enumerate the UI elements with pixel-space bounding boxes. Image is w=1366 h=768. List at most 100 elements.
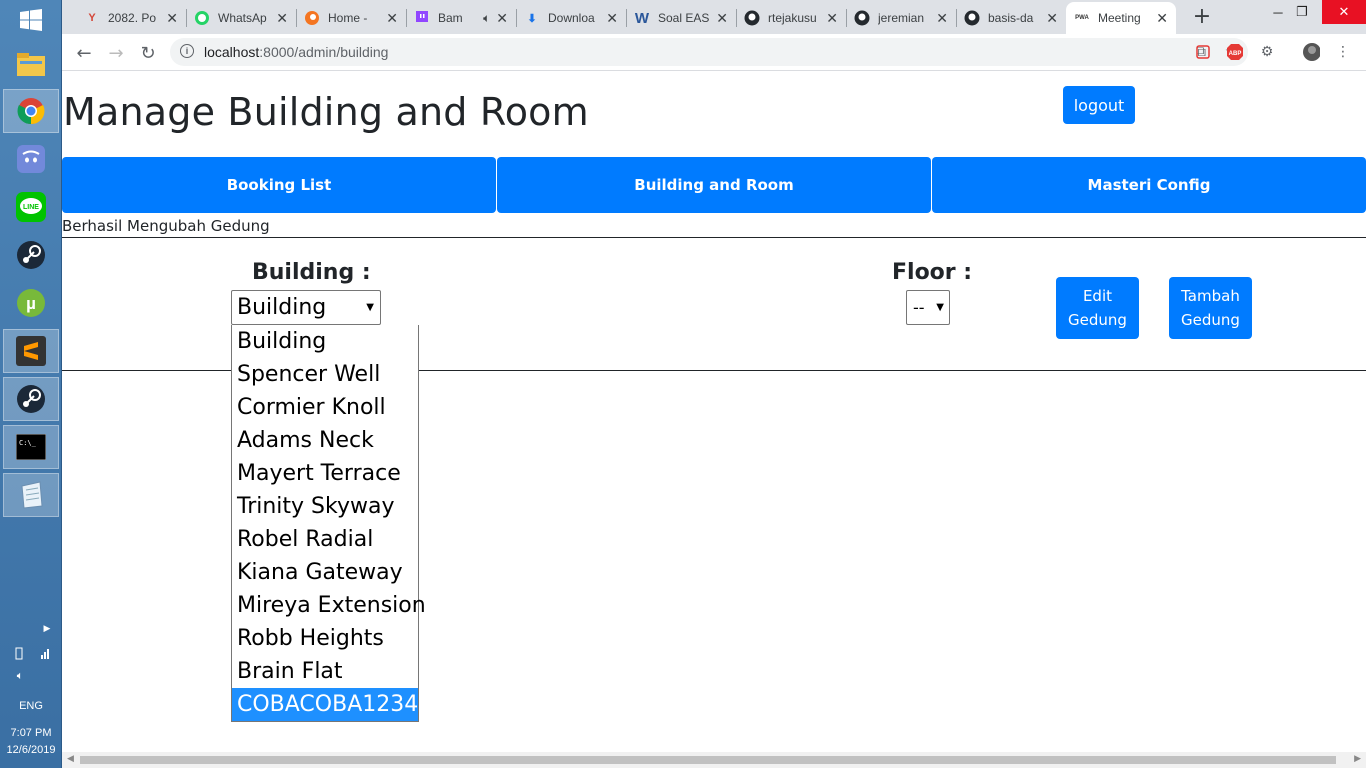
tab-close-icon[interactable]: ✕ xyxy=(496,10,508,27)
dropdown-option[interactable]: Robel Radial xyxy=(232,523,418,556)
browser-tab[interactable]: WhatsAp ✕ xyxy=(186,2,296,34)
windows-start-button[interactable] xyxy=(0,0,62,40)
site-info-icon[interactable]: i xyxy=(180,44,194,58)
dropdown-option[interactable]: Mayert Terrace xyxy=(232,457,418,490)
scrollbar-thumb[interactable] xyxy=(80,756,1336,764)
whatsapp-icon xyxy=(194,10,210,26)
browser-tab[interactable]: rtejakusu ✕ xyxy=(736,2,846,34)
browser-tab[interactable]: basis-da ✕ xyxy=(956,2,1066,34)
clock-date[interactable]: 12/6/2019 xyxy=(0,744,62,756)
browser-tab-strip: Y 2082. Po ✕ WhatsAp ✕ Home - ✕ Bam 🔈︎ ✕ ⬇ Dow… xyxy=(62,0,1366,34)
logout-button[interactable]: logout xyxy=(1063,86,1135,124)
chrome-menu-icon[interactable]: ⋮ xyxy=(1334,43,1352,61)
forward-button[interactable]: → xyxy=(103,40,129,66)
edit-gedung-button[interactable]: Edit Gedung xyxy=(1056,277,1139,339)
github-icon xyxy=(964,10,980,26)
pdf-extension-icon[interactable] xyxy=(1194,43,1212,61)
new-tab-button[interactable]: + xyxy=(1188,2,1216,30)
divider xyxy=(62,237,1366,238)
pwa-icon: PWA xyxy=(1075,15,1089,21)
steam-taskbar-icon-2[interactable] xyxy=(3,377,59,421)
dropdown-arrow-icon: ▼ xyxy=(936,302,944,313)
dropdown-option[interactable]: Brain Flat xyxy=(232,655,418,688)
reload-button[interactable]: ↻ xyxy=(135,40,161,66)
building-dropdown-list: Building Spencer Well Cormier Knoll Adam… xyxy=(231,325,426,722)
github-icon xyxy=(854,10,870,26)
dropdown-option[interactable]: Mireya Extension xyxy=(232,589,426,622)
floor-select[interactable]: -- ▼ xyxy=(906,290,950,325)
windows-taskbar: LINE µ C:\_ ▶ 🔈︎ ENG 7:07 PM 12/6/2019 xyxy=(0,0,62,768)
utorrent-taskbar-icon[interactable]: µ xyxy=(3,281,59,325)
tab-close-icon[interactable]: ✕ xyxy=(386,10,398,27)
back-button[interactable]: ← xyxy=(71,40,97,66)
building-label: Building : xyxy=(252,260,371,285)
download-icon: ⬇ xyxy=(527,12,537,25)
file-explorer-taskbar-icon[interactable] xyxy=(3,42,59,86)
browser-tab[interactable]: Bam 🔈︎ ✕ xyxy=(406,2,516,34)
svg-text:µ: µ xyxy=(26,294,36,313)
tab-close-icon[interactable]: ✕ xyxy=(606,10,618,27)
dropdown-option[interactable]: Building xyxy=(232,325,418,358)
tab-close-icon[interactable]: ✕ xyxy=(1046,10,1058,27)
windows-logo-icon xyxy=(20,9,42,31)
github-icon xyxy=(744,10,760,26)
browser-toolbar: ← → ↻ i localhost:8000/admin/building ⧉ … xyxy=(62,34,1366,71)
dropdown-option-highlighted[interactable]: COBACOBA1234 xyxy=(232,688,418,721)
scroll-left-icon[interactable]: ◀ xyxy=(67,754,74,764)
discord-taskbar-icon[interactable] xyxy=(3,137,59,181)
browser-tab[interactable]: jeremian ✕ xyxy=(846,2,956,34)
dropdown-option[interactable]: Adams Neck xyxy=(232,424,418,457)
dropdown-option[interactable]: Cormier Knoll xyxy=(232,391,418,424)
crunchyroll-icon xyxy=(304,10,320,26)
address-bar[interactable]: i localhost:8000/admin/building ⧉ ☆ xyxy=(170,38,1248,66)
browser-tab[interactable]: W Soal EAS ✕ xyxy=(626,2,736,34)
browser-tab-active[interactable]: PWA Meeting ✕ xyxy=(1066,2,1176,34)
command-prompt-taskbar-icon[interactable]: C:\_ xyxy=(3,425,59,469)
tray-network-icon[interactable] xyxy=(0,645,62,664)
url-path: :8000/admin/building xyxy=(259,44,389,60)
language-indicator[interactable]: ENG xyxy=(0,700,62,712)
tambah-gedung-button[interactable]: Tambah Gedung xyxy=(1169,277,1252,339)
svg-text:C:\_: C:\_ xyxy=(19,439,37,447)
volume-icon[interactable]: 🔈︎ xyxy=(0,670,62,683)
nav-masteri-config[interactable]: Masteri Config xyxy=(932,157,1366,213)
sublime-text-taskbar-icon[interactable] xyxy=(3,329,59,373)
building-select[interactable]: Building ▼ xyxy=(231,290,381,325)
gmail-icon: Y xyxy=(88,12,96,24)
steam-taskbar-icon[interactable] xyxy=(3,233,59,277)
dropdown-option[interactable]: Kiana Gateway xyxy=(232,556,418,589)
tab-close-icon[interactable]: ✕ xyxy=(166,10,178,27)
tab-close-icon[interactable]: ✕ xyxy=(716,10,728,27)
browser-tab[interactable]: Y 2082. Po ✕ xyxy=(76,2,186,34)
extension-icon[interactable]: ⚙ xyxy=(1258,43,1276,61)
tab-close-icon[interactable]: ✕ xyxy=(826,10,838,27)
tab-audio-icon[interactable]: 🔈︎ xyxy=(483,11,490,26)
word-icon: W xyxy=(634,9,650,27)
dropdown-arrow-icon: ▼ xyxy=(366,302,374,313)
tab-close-icon[interactable]: ✕ xyxy=(936,10,948,27)
page-title: Manage Building and Room xyxy=(63,90,589,134)
clock-time[interactable]: 7:07 PM xyxy=(0,727,62,739)
svg-text:ABP: ABP xyxy=(1229,51,1242,57)
horizontal-scrollbar[interactable]: ◀ ▶ xyxy=(62,752,1366,768)
tray-expand-icon[interactable]: ▶ xyxy=(0,622,62,634)
browser-tab[interactable]: ⬇ Downloa ✕ xyxy=(516,2,626,34)
floor-label: Floor : xyxy=(892,260,973,285)
tab-close-icon[interactable]: ✕ xyxy=(276,10,288,27)
dropdown-option[interactable]: Robb Heights xyxy=(232,622,418,655)
nav-booking-list[interactable]: Booking List xyxy=(62,157,496,213)
dropdown-option[interactable]: Spencer Well xyxy=(232,358,418,391)
nav-building-and-room[interactable]: Building and Room xyxy=(497,157,931,213)
profile-avatar[interactable] xyxy=(1302,43,1320,61)
scroll-right-icon[interactable]: ▶ xyxy=(1354,754,1361,764)
adblock-icon[interactable]: ABP xyxy=(1226,43,1244,61)
restore-button[interactable]: ❐ xyxy=(1280,0,1324,24)
notepad-taskbar-icon[interactable] xyxy=(3,473,59,517)
browser-tab[interactable]: Home - ✕ xyxy=(296,2,406,34)
line-taskbar-icon[interactable]: LINE xyxy=(3,185,59,229)
close-window-button[interactable]: ✕ xyxy=(1322,0,1366,24)
dropdown-option[interactable]: Trinity Skyway xyxy=(232,490,418,523)
tab-close-icon[interactable]: ✕ xyxy=(1156,10,1168,27)
chrome-taskbar-icon[interactable] xyxy=(3,89,59,133)
flash-message: Berhasil Mengubah Gedung xyxy=(62,217,270,235)
